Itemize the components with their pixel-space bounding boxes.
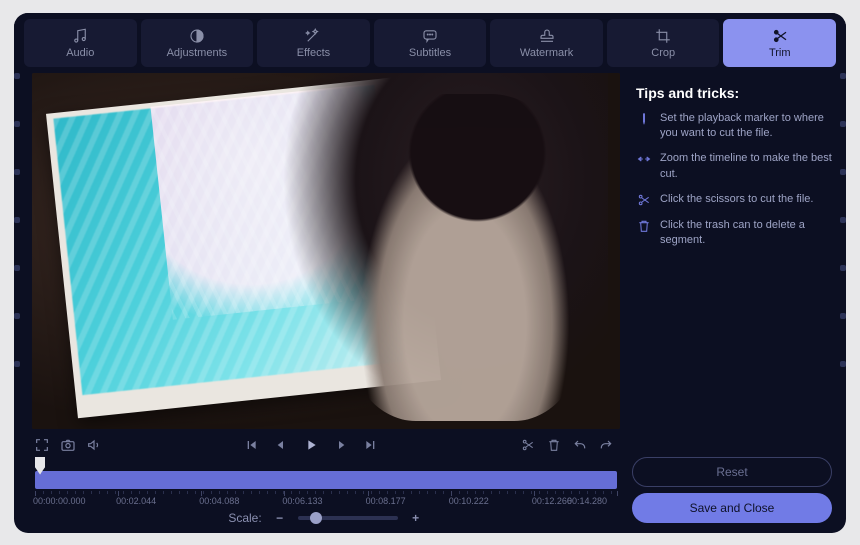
tool-tabs: Audio Adjustments Effects Subtitles Wate… [14,13,846,69]
zoom-out-button[interactable]: − [272,511,288,525]
scale-slider[interactable] [298,516,398,520]
tip-text: Click the trash can to delete a segment. [660,218,832,249]
time-ruler: 00:00:00.000 00:02.044 00:04.088 00:06.1… [35,491,617,505]
tab-label: Subtitles [409,47,451,59]
tip-item: Click the trash can to delete a segment. [632,218,832,249]
tab-watermark[interactable]: Watermark [490,19,603,67]
tips-title: Tips and tricks: [636,85,832,101]
scale-control: Scale: − + [32,507,620,525]
tip-text: Click the scissors to cut the file. [660,192,813,208]
time-tick: 00:10.222 [449,496,489,506]
clip-segment[interactable] [35,471,617,489]
tab-adjustments[interactable]: Adjustments [141,19,254,67]
reset-button[interactable]: Reset [632,457,832,487]
camera-icon[interactable] [60,437,76,453]
preview-person [267,73,608,429]
tab-label: Effects [297,47,330,59]
video-editor-window: Audio Adjustments Effects Subtitles Wate… [14,13,846,533]
frame-decoration-left [14,73,20,367]
save-and-close-button[interactable]: Save and Close [632,493,832,523]
scissors-icon [636,192,652,208]
playback-bar [32,429,620,459]
tip-text: Zoom the timeline to make the best cut. [660,151,832,182]
marker-icon [636,111,652,127]
time-tick: 00:08.177 [366,496,406,506]
step-forward-icon[interactable] [333,437,349,453]
tab-label: Audio [66,47,94,59]
skip-start-icon[interactable] [243,437,259,453]
tab-trim[interactable]: Trim [723,19,836,67]
time-tick: 00:06.133 [282,496,322,506]
magic-wand-icon [304,27,322,45]
time-tick: 00:14.280 [567,496,607,506]
volume-icon[interactable] [86,437,102,453]
tab-subtitles[interactable]: Subtitles [374,19,487,67]
time-tick: 00:12.266 [532,496,572,506]
tab-crop[interactable]: Crop [607,19,720,67]
stamp-icon [538,27,556,45]
step-back-icon[interactable] [273,437,289,453]
skip-end-icon[interactable] [363,437,379,453]
crop-icon [654,27,672,45]
zoom-in-button[interactable]: + [408,511,424,525]
undo-icon[interactable] [572,437,588,453]
tip-item: Click the scissors to cut the file. [632,192,832,208]
cut-icon[interactable] [520,437,536,453]
timeline[interactable]: 00:00:00.000 00:02.044 00:04.088 00:06.1… [32,461,620,507]
time-tick: 00:00:00.000 [33,496,86,506]
tab-audio[interactable]: Audio [24,19,137,67]
redo-icon[interactable] [598,437,614,453]
tab-label: Crop [651,47,675,59]
frame-decoration-right [840,73,846,367]
tab-label: Trim [769,47,791,59]
time-tick: 00:04.088 [199,496,239,506]
scale-slider-knob[interactable] [310,512,322,524]
contrast-icon [188,27,206,45]
tip-text: Set the playback marker to where you wan… [660,111,832,142]
time-tick: 00:02.044 [116,496,156,506]
trash-icon[interactable] [546,437,562,453]
fullscreen-icon[interactable] [34,437,50,453]
zoom-icon [636,151,652,167]
speech-bubble-icon [421,27,439,45]
play-icon[interactable] [303,437,319,453]
scale-label: Scale: [228,511,261,525]
button-label: Save and Close [690,501,775,515]
tab-label: Watermark [520,47,573,59]
tip-item: Zoom the timeline to make the best cut. [632,151,832,182]
tip-item: Set the playback marker to where you wan… [632,111,832,142]
left-pane: 00:00:00.000 00:02.044 00:04.088 00:06.1… [14,69,626,533]
scissors-icon [771,27,789,45]
video-preview[interactable] [32,73,620,429]
button-label: Reset [716,465,747,479]
main-area: 00:00:00.000 00:02.044 00:04.088 00:06.1… [14,69,846,533]
trash-icon [636,218,652,234]
tips-panel: Tips and tricks: Set the playback marker… [626,69,846,533]
tab-effects[interactable]: Effects [257,19,370,67]
music-note-icon [71,27,89,45]
tab-label: Adjustments [167,47,228,59]
